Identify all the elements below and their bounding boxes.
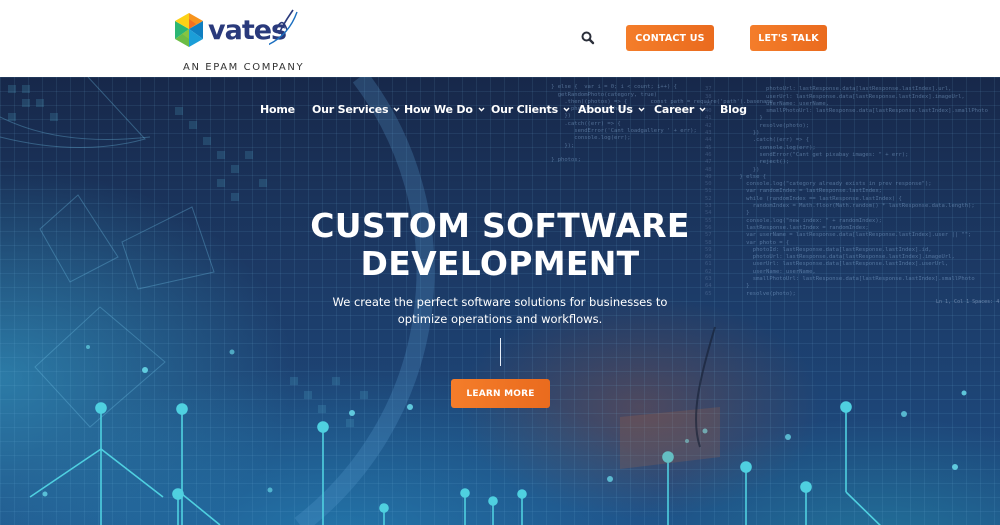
main-nav: Home Our Services How We Do Our Clients … <box>0 103 1000 119</box>
chevron-down-icon <box>699 107 706 112</box>
search-icon <box>581 31 595 45</box>
logo-tagline: AN EPAM COMPANY <box>183 62 305 73</box>
logo-x-swoosh-icon <box>269 9 298 46</box>
hero-title-line-2: DEVELOPMENT <box>360 244 640 283</box>
hero-subtitle: We create the perfect software solutions… <box>300 294 700 328</box>
search-button[interactable] <box>580 30 596 46</box>
nav-item-label: Our Clients <box>491 103 558 116</box>
hero-title-line-1: CUSTOM SOFTWARE <box>310 206 690 245</box>
nav-item-about-us[interactable]: About Us <box>578 103 645 116</box>
chevron-down-icon <box>393 107 400 112</box>
vates-logo[interactable]: vates AN EPAM COMPANY <box>173 6 303 74</box>
hero-subtitle-line-1: We create the perfect software solutions… <box>332 295 668 309</box>
nav-item-label: Blog <box>720 103 747 116</box>
nav-item-our-services[interactable]: Our Services <box>312 103 400 116</box>
nav-item-label: About Us <box>578 103 633 116</box>
nav-item-career[interactable]: Career <box>654 103 706 116</box>
nav-item-label: Career <box>654 103 695 116</box>
hero-subtitle-line-2: optimize operations and workflows. <box>397 312 603 326</box>
hero-divider <box>500 338 501 366</box>
nav-item-label: How We Do <box>404 103 473 116</box>
nav-item-our-clients[interactable]: Our Clients <box>491 103 570 116</box>
chevron-down-icon <box>478 107 485 112</box>
nav-item-label: Our Services <box>312 103 389 116</box>
site-header: vates AN EPAM COMPANY CONTACT US LET'S T… <box>0 0 1000 77</box>
nav-item-blog[interactable]: Blog <box>720 103 747 116</box>
nav-item-how-we-do[interactable]: How We Do <box>404 103 485 116</box>
chevron-down-icon <box>563 107 570 112</box>
chevron-down-icon <box>638 107 645 112</box>
hero-section: } else { var i = 0; i < count; i++) { ge… <box>0 77 1000 525</box>
vates-cube-logo-icon <box>175 13 203 47</box>
contact-us-button[interactable]: CONTACT US <box>626 25 714 51</box>
hero-title: CUSTOM SOFTWARE DEVELOPMENT <box>0 207 1000 283</box>
learn-more-button[interactable]: LEARN MORE <box>451 379 550 408</box>
lets-talk-button[interactable]: LET'S TALK <box>750 25 827 51</box>
editor-status-bar: Ln 1, Col 1 Spaces: 4 UTF-8 CRLF <box>936 299 1000 305</box>
nav-item-label: Home <box>260 103 295 116</box>
nav-item-home[interactable]: Home <box>260 103 295 116</box>
